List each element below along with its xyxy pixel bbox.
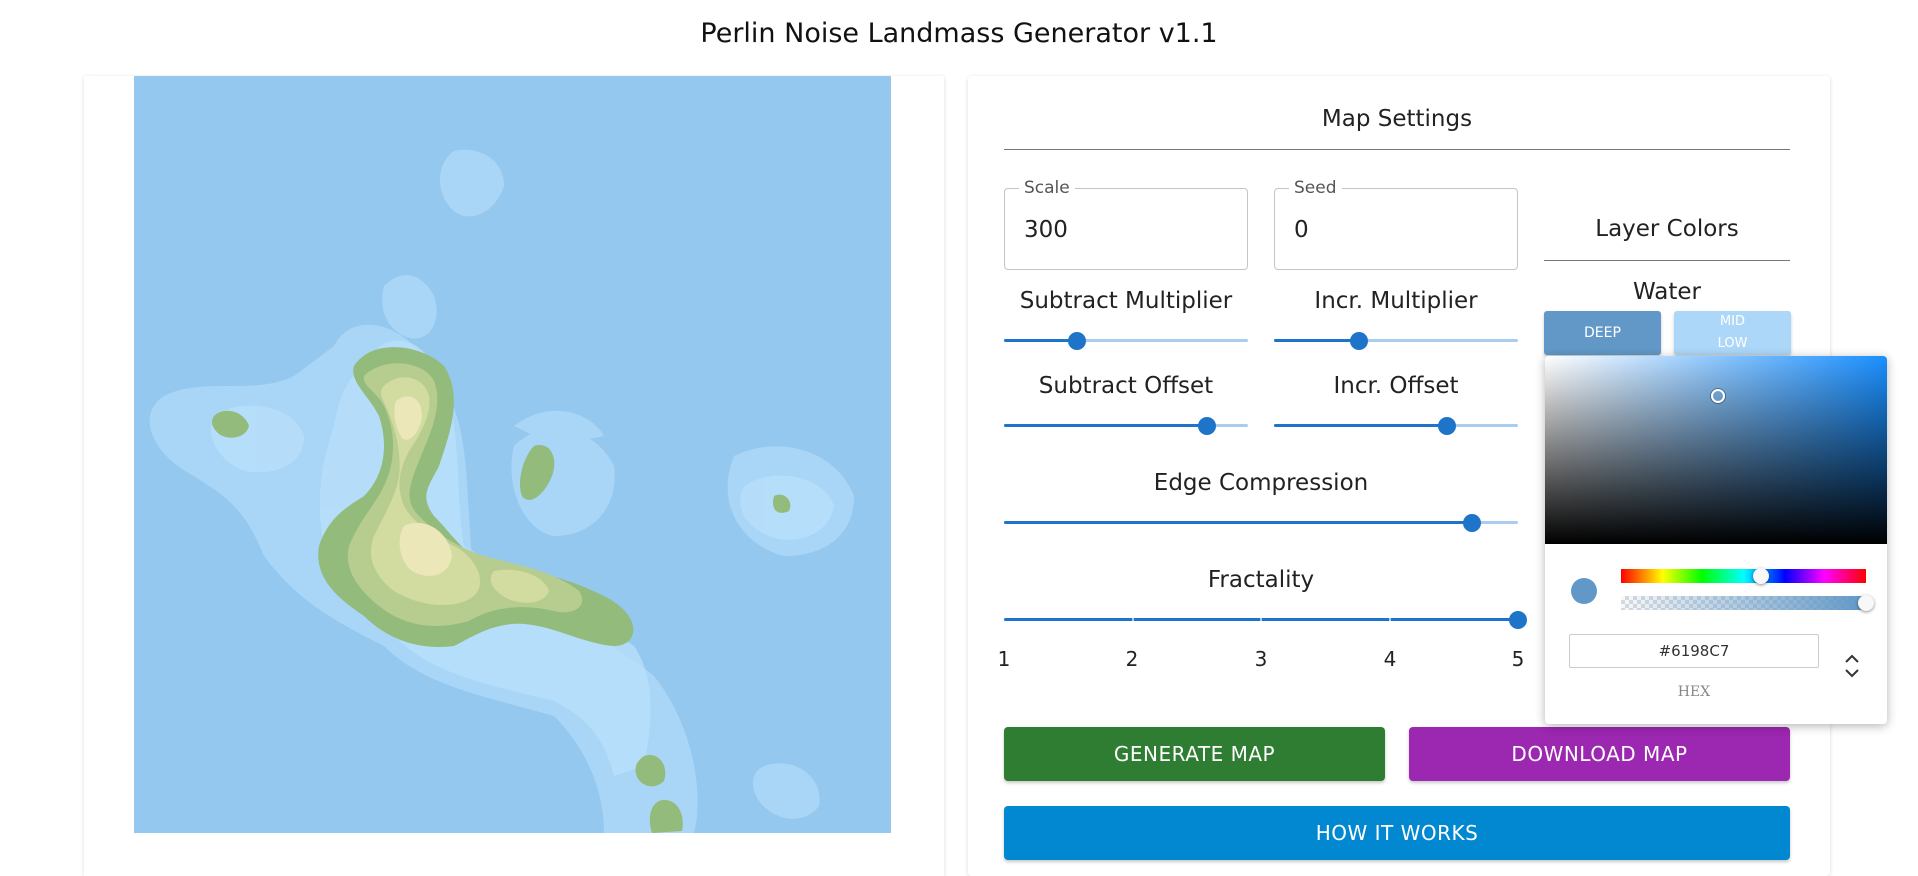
app-title: Perlin Noise Landmass Generator v1.1 [700,18,1218,49]
map-canvas [134,76,891,833]
hex-input[interactable]: #6198C7 [1569,634,1819,668]
alpha-slider[interactable] [1621,596,1866,610]
fractality-mark: 5 [1511,647,1525,671]
scale-label: Scale [1019,178,1075,198]
slider-thumb[interactable] [1068,332,1086,350]
map-panel [84,76,944,876]
seed-field[interactable]: Seed 0 [1274,178,1518,270]
fractality-mark: 2 [1125,647,1139,671]
hue-slider[interactable] [1621,569,1866,583]
how-it-works-button[interactable]: HOW IT WORKS [1004,806,1790,860]
color-picker-popover: #6198C7 HEX [1545,356,1887,724]
scale-field[interactable]: Scale 300 [1004,178,1248,270]
deep-water-button[interactable]: DEEP [1544,311,1661,355]
fractality-mark: 4 [1383,647,1397,671]
saturation-cursor[interactable] [1711,389,1725,403]
incr-offset-label: Incr. Offset [1333,373,1459,399]
hue-knob[interactable] [1752,568,1769,584]
incr-multiplier-slider[interactable] [1274,331,1518,351]
fractality-mark: 3 [1254,647,1268,671]
color-preview-swatch [1571,578,1597,604]
slider-thumb[interactable] [1350,332,1368,350]
generate-map-button[interactable]: GENERATE MAP [1004,727,1385,781]
fractality-label: Fractality [1207,567,1315,593]
subtract-multiplier-slider[interactable] [1004,331,1248,351]
edge-compression-label: Edge Compression [1153,470,1369,496]
alpha-knob[interactable] [1858,595,1874,611]
incr-multiplier-label: Incr. Multiplier [1314,288,1478,314]
map-settings-title: Map Settings [1321,106,1473,132]
slider-thumb[interactable] [1463,514,1481,532]
water-title: Water [1633,279,1701,305]
mid-low-water-button[interactable]: MID LOW [1674,311,1791,355]
saturation-area[interactable] [1545,356,1887,544]
mid-label: MID [1719,314,1746,329]
scale-input[interactable]: 300 [1024,217,1068,243]
chevron-up-down-icon[interactable] [1840,650,1864,682]
seed-label: Seed [1289,178,1342,198]
fractality-mark: 1 [997,647,1011,671]
subtract-offset-label: Subtract Offset [1038,373,1214,399]
slider-thumb[interactable] [1198,417,1216,435]
fractality-slider[interactable] [1004,610,1527,630]
seed-input[interactable]: 0 [1294,217,1309,243]
slider-thumb[interactable] [1509,611,1527,629]
slider-thumb[interactable] [1438,417,1456,435]
hex-label: HEX [1677,684,1711,700]
section-divider [1004,149,1790,150]
deep-label: DEEP [1584,325,1621,341]
landmass-map-image [149,149,854,833]
layer-colors-title: Layer Colors [1595,216,1739,242]
layer-colors-divider [1544,260,1790,261]
subtract-offset-slider[interactable] [1004,416,1248,436]
subtract-multiplier-label: Subtract Multiplier [1019,288,1233,314]
edge-compression-slider[interactable] [1004,513,1518,533]
incr-offset-slider[interactable] [1274,416,1518,436]
low-label: LOW [1717,336,1748,351]
download-map-button[interactable]: DOWNLOAD MAP [1409,727,1790,781]
